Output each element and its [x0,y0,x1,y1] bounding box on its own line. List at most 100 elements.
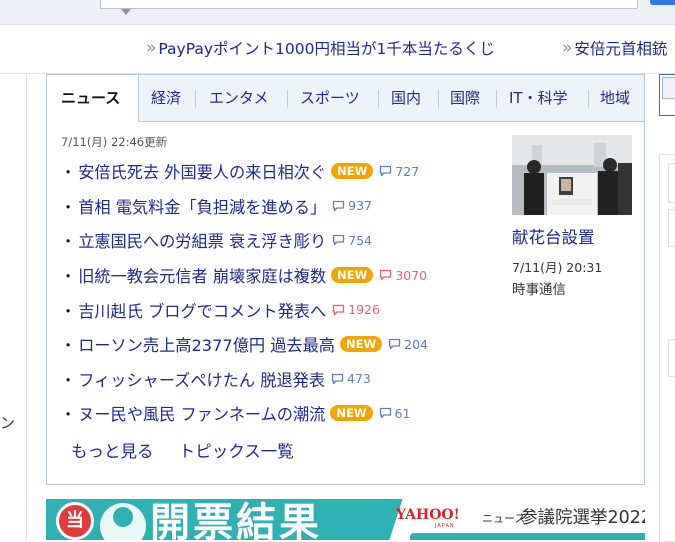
comment-count[interactable]: 1926 [332,302,380,317]
right-widget-item[interactable] [668,339,675,377]
news-footer-links: もっと見る トピックス一覧 [71,438,294,462]
comment-count[interactable]: 937 [332,198,372,213]
bullet: ・ [60,301,77,321]
more-link[interactable]: もっと見る [71,442,154,461]
bullet: ・ [60,232,77,252]
headline-title[interactable]: 吉川赳氏 ブログでコメント発表へ [78,298,326,322]
memorial-photo-image [512,135,632,215]
chevron-down-icon[interactable] [121,9,131,15]
tab-sports[interactable]: スポーツ [300,75,360,121]
election-title: 参議院選挙2022 [520,508,645,528]
comment-count-value: 727 [395,163,420,179]
tab-it-science[interactable]: IT・科学 [509,75,568,121]
right-widget-tab[interactable] [662,77,675,99]
comment-count-value: 3070 [395,267,428,283]
comment-count[interactable]: 473 [331,371,371,386]
headline-title[interactable]: 立憲国民への労組票 衰え浮き彫り [78,228,326,252]
comment-count[interactable]: 3070 [379,268,427,283]
top-search-bar [0,0,675,25]
promo-link-label: PayPayポイント1000円相当が1千本当たるくじ [158,40,495,58]
headline-title[interactable]: ヌー民や風民 ファンネームの潮流 [78,401,325,425]
comment-icon [379,408,391,419]
winner-badge-icon: 当 [56,502,94,540]
comment-count[interactable]: 727 [379,164,419,179]
headline-title[interactable]: 旧統一教会元信者 崩壊家庭は複数 [78,263,326,287]
yahoo-logo: YAHOO! [396,507,460,523]
headline-item[interactable]: ・吉川赳氏 ブログでコメント発表へ 1926 [60,292,428,327]
headline-item[interactable]: ・立憲国民への労組票 衰え浮き彫り 754 [60,223,428,258]
comment-icon [333,200,345,212]
comment-icon [380,166,392,177]
comment-count-value: 1926 [348,302,380,318]
right-widget-item[interactable] [668,163,675,203]
comment-icon [388,339,401,350]
comment-icon [331,373,344,385]
tab-economy[interactable]: 経済 [151,75,181,121]
headline-title[interactable]: 首相 電気料金「負担減を進める」 [78,194,326,218]
search-button[interactable] [650,0,675,5]
photo-timestamp: 7/11(月) 20:31 [512,260,603,275]
headline-item[interactable]: ・フィッシャーズぺけたん 脱退発表 473 [60,362,428,397]
headline-item[interactable]: ・安倍氏死去 外国要人の来日相次ぐ NEW 727 [60,154,428,189]
tab-separator [287,90,288,108]
bullet: ・ [60,197,77,217]
comment-icon [333,304,345,315]
left-column-text: ン [0,414,16,432]
headline-item[interactable]: ・旧統一教会元信者 崩壊家庭は複数 NEW 3070 [60,258,428,293]
photo-caption-link[interactable]: 献花台設置 [512,224,595,248]
yahoo-news-label: ニュース [482,512,526,525]
yahoo-logo-sub: JAPAN [435,523,455,529]
topics-list-link[interactable]: トピックス一覧 [179,442,294,461]
comment-count-value: 61 [394,405,411,421]
headline-list: ・安倍氏死去 外国要人の来日相次ぐ NEW 727 ・首相 電気料金「負担減を進める」… [60,154,428,431]
tab-separator [588,90,589,108]
tab-news[interactable]: ニュース [47,75,139,122]
left-column [0,74,27,540]
election-results-banner[interactable]: 当 開票結果 YAHOO! JAPAN ニュース 参議院選挙2022 [46,499,645,540]
comment-icon [380,269,392,281]
headline-item[interactable]: ・ヌー民や風民 ファンネームの潮流 NEW 61 [60,396,428,431]
bullet: ・ [60,370,77,390]
search-input[interactable] [100,0,638,9]
bullet: ・ [60,405,77,425]
comment-count-value: 937 [348,198,373,214]
new-badge: NEW [331,163,374,180]
headline-item[interactable]: ・首相 電気料金「負担減を進める」 937 [60,189,428,224]
new-badge: NEW [331,267,374,284]
promo-link-paypay[interactable]: » PayPayポイント1000円相当が1千本当たるくじ [146,36,495,60]
banner-title: 開票結果 [150,500,322,540]
person-icon [100,503,146,540]
headline-title[interactable]: フィッシャーズぺけたん 脱退発表 [78,367,325,391]
bullet: ・ [60,267,77,287]
tab-separator [496,90,497,108]
right-widget-header [659,74,675,116]
new-badge: NEW [330,405,373,422]
promo-link-abe[interactable]: » 安倍元首相銃 [562,36,667,60]
comment-count-value: 473 [347,371,371,387]
tab-local[interactable]: 地域 [600,75,630,121]
headline-title[interactable]: ローソン売上高2377億円 過去最高 [78,332,335,356]
update-timestamp: 7/11(月) 22:46更新 [61,135,168,149]
new-badge: NEW [339,336,383,353]
comment-icon [333,235,345,246]
banner-bottom-strip [410,533,645,540]
headline-item[interactable]: ・ローソン売上高2377億円 過去最高 NEW 204 [60,327,428,362]
tab-separator [438,90,439,108]
news-photo[interactable] [512,135,632,215]
tab-separator [195,90,196,108]
double-arrow-icon: » [146,38,157,58]
right-widget-panel [659,154,675,542]
tab-domestic[interactable]: 国内 [391,75,421,121]
right-widget-item[interactable] [668,209,675,247]
comment-count[interactable]: 754 [332,233,372,248]
tab-separator [378,90,379,108]
double-arrow-icon: » [562,38,573,58]
comment-count[interactable]: 204 [388,337,428,352]
photo-source: 時事通信 [512,282,566,298]
tab-entertainment[interactable]: エンタメ [209,75,269,121]
promo-link-label: 安倍元首相銃 [574,40,668,58]
tab-international[interactable]: 国際 [450,75,480,121]
bullet: ・ [60,163,77,183]
comment-count[interactable]: 61 [379,405,411,421]
headline-title[interactable]: 安倍氏死去 外国要人の来日相次ぐ [78,159,326,183]
